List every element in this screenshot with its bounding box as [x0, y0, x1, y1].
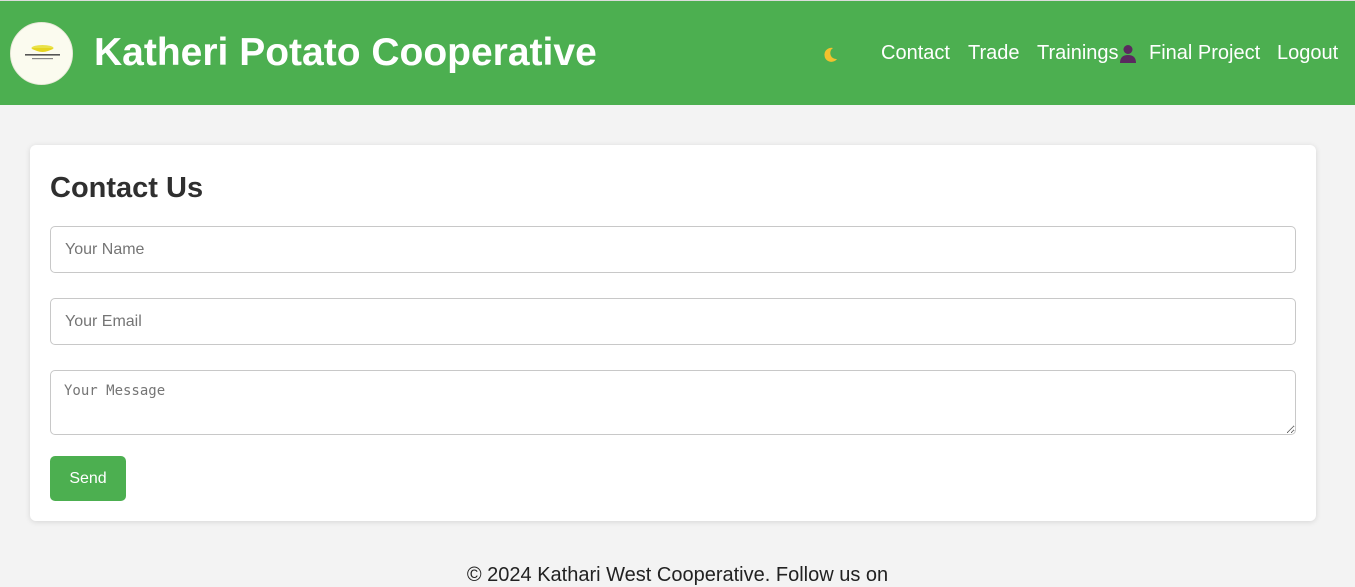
nav-trainings-link[interactable]: Trainings	[1037, 42, 1119, 65]
site-title: Katheri Potato Cooperative	[94, 31, 597, 74]
contact-title: Contact Us	[50, 172, 204, 204]
contact-card: Contact Us Send	[30, 145, 1316, 521]
nav-contact-link[interactable]: Contact	[881, 42, 950, 65]
nav-trade-link[interactable]: Trade	[968, 42, 1020, 65]
send-button[interactable]: Send	[50, 456, 126, 501]
name-input[interactable]	[50, 226, 1296, 273]
nav-logout-link[interactable]: Logout	[1277, 42, 1338, 65]
cooperative-logo-icon[interactable]	[10, 22, 73, 85]
nav-final-project-link[interactable]: Final Project	[1149, 42, 1260, 65]
email-input[interactable]	[50, 298, 1296, 345]
moon-icon[interactable]	[821, 46, 841, 64]
user-icon[interactable]	[1119, 44, 1137, 64]
message-textarea[interactable]	[50, 370, 1296, 435]
site-header: Katheri Potato Cooperative Contact Trade…	[0, 0, 1355, 105]
